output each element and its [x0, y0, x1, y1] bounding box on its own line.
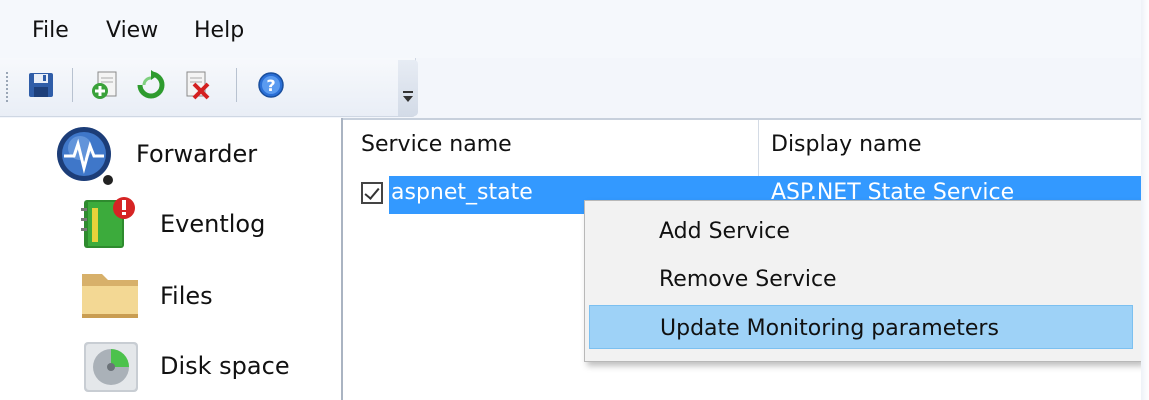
- disk-icon: [80, 336, 144, 398]
- menu-item-update-monitoring-parameters[interactable]: Update Monitoring parameters: [589, 305, 1133, 349]
- toolbar-grip[interactable]: [6, 72, 12, 102]
- context-menu: Add Service Remove Service Update Monito…: [584, 200, 1141, 362]
- tree-label-disk-space: Disk space: [160, 352, 290, 380]
- column-header-display-name[interactable]: Display name: [771, 132, 921, 157]
- tree-item-forwarder[interactable]: Forwarder: [0, 118, 341, 188]
- menu-file[interactable]: File: [32, 18, 69, 43]
- folder-icon: [78, 264, 142, 324]
- delete-icon[interactable]: [182, 70, 212, 100]
- menu-item-remove-service[interactable]: Remove Service: [585, 257, 1141, 301]
- save-icon[interactable]: [26, 70, 56, 100]
- toolbar: ?: [0, 58, 416, 117]
- eventlog-icon: [78, 194, 136, 252]
- navigation-tree: Forwarder Eventlog Files Disk space: [0, 118, 343, 400]
- add-icon[interactable]: [90, 70, 120, 100]
- toolbar-overflow-button[interactable]: [398, 60, 418, 116]
- help-icon[interactable]: ?: [256, 70, 286, 100]
- window-edge: [1141, 0, 1149, 400]
- cell-service-name: aspnet_state: [391, 180, 533, 205]
- row-checkbox[interactable]: [361, 182, 383, 204]
- menu-item-label: Remove Service: [659, 267, 837, 292]
- svg-text:?: ?: [266, 76, 275, 95]
- toolbar-separator: [236, 68, 237, 102]
- column-divider[interactable]: [758, 120, 759, 182]
- tree-item-eventlog[interactable]: Eventlog: [0, 188, 341, 258]
- menu-help[interactable]: Help: [194, 18, 244, 43]
- tree-label-files: Files: [160, 282, 213, 310]
- tree-label-eventlog: Eventlog: [160, 210, 266, 238]
- tree-item-disk-space[interactable]: Disk space: [0, 328, 341, 400]
- tree-item-files[interactable]: Files: [0, 258, 341, 328]
- forwarder-icon: [54, 124, 118, 188]
- menu-item-add-service[interactable]: Add Service: [585, 209, 1141, 253]
- chevron-down-icon: [403, 96, 413, 102]
- menu-item-label: Update Monitoring parameters: [660, 316, 999, 341]
- toolbar-separator: [72, 68, 73, 102]
- menu-item-label: Add Service: [659, 219, 790, 244]
- refresh-icon[interactable]: [136, 70, 166, 100]
- menu-view[interactable]: View: [106, 18, 158, 43]
- app-window: File View Help ? Forwarder Eventlog File…: [0, 0, 1141, 400]
- menu-bar: File View Help: [0, 0, 1141, 58]
- tree-label-forwarder: Forwarder: [136, 140, 258, 168]
- column-header-service-name[interactable]: Service name: [361, 132, 512, 157]
